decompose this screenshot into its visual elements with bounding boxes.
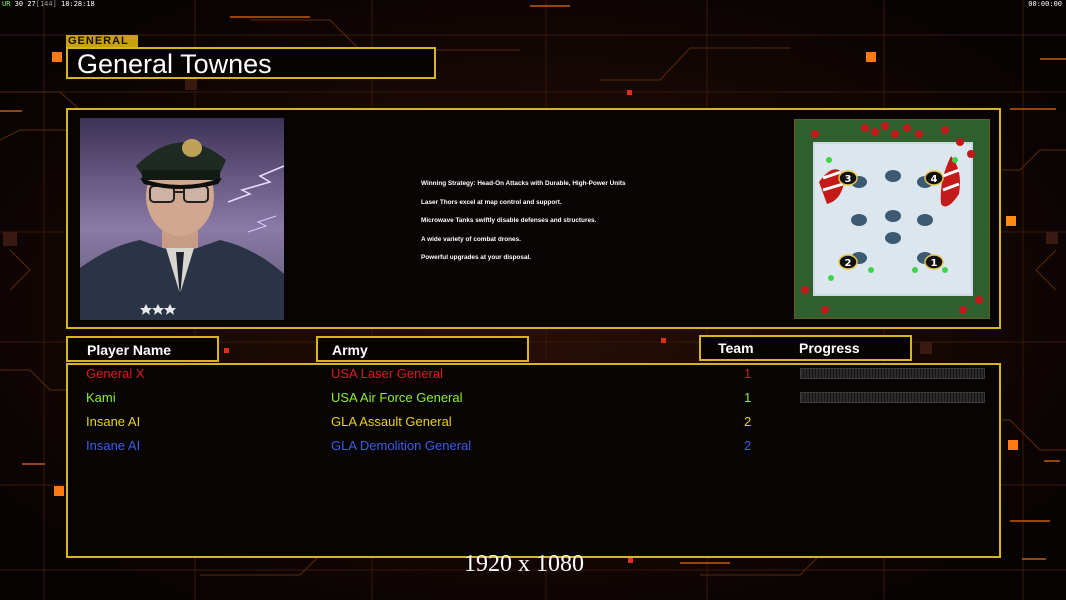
player-row: Insane AI GLA Assault General 2: [0, 412, 1066, 434]
general-name: General Townes: [77, 49, 272, 79]
player-row: Kami USA Air Force General 1: [0, 388, 1066, 410]
map-marker-label: 1: [931, 258, 938, 269]
player-name: General X: [86, 366, 145, 381]
loading-progress-bar: [800, 368, 985, 379]
player-name: Insane AI: [86, 414, 141, 429]
player-name: Insane AI: [86, 438, 141, 453]
player-army: USA Laser General: [331, 366, 444, 381]
column-header-team-progress: Team Progress: [699, 335, 912, 361]
strategy-text: Winning Strategy: Head-On Attacks with D…: [421, 180, 626, 273]
column-header-player-name: Player Name: [66, 336, 219, 362]
team-header-label: Team: [718, 340, 754, 356]
player-team: 2: [744, 438, 752, 453]
player-name-header-label: Player Name: [87, 342, 172, 358]
map-marker-label: 4: [931, 174, 938, 185]
player-row: General X USA Laser General 1: [0, 364, 1066, 386]
map-preview: 3 4 2 1: [794, 119, 990, 319]
hud-fps: 30: [14, 0, 24, 8]
hud-frame: 27: [27, 0, 36, 8]
player-army: GLA Demolition General: [331, 438, 472, 453]
strategy-line: A wide variety of combat drones.: [421, 235, 521, 243]
strategy-line: Laser Thors excel at map control and sup…: [421, 198, 562, 206]
hud-frame-max: [144]: [35, 0, 57, 8]
progress-header-label: Progress: [799, 340, 860, 356]
player-name: Kami: [86, 390, 116, 405]
hud-ur-label: UR: [2, 0, 11, 8]
map-marker-label: 3: [845, 174, 852, 185]
hud-timer: 00:00:00: [1028, 0, 1062, 8]
player-team: 1: [744, 390, 752, 405]
player-team: 1: [744, 366, 752, 381]
loading-progress-bar: [800, 392, 985, 403]
hud-status: UR 30 27[144] 18:28:18: [2, 0, 95, 8]
map-marker-label: 2: [845, 258, 852, 269]
strategy-line: Powerful upgrades at your disposal.: [421, 254, 532, 261]
general-portrait: [80, 118, 284, 320]
general-name-box: General Townes: [66, 47, 436, 79]
player-army: USA Air Force General: [331, 390, 463, 405]
player-row: Insane AI GLA Demolition General 2: [0, 436, 1066, 458]
strategy-line: Microwave Tanks swiftly disable defenses…: [421, 217, 597, 224]
army-header-label: Army: [332, 342, 368, 358]
column-header-army: Army: [316, 336, 529, 362]
strategy-line: Winning Strategy: Head-On Attacks with D…: [421, 180, 626, 187]
player-team: 2: [744, 414, 752, 429]
hud-clock: 18:28:18: [61, 0, 95, 8]
player-army: GLA Assault General: [331, 414, 452, 429]
resolution-label: 1920 x 1080: [464, 551, 584, 577]
